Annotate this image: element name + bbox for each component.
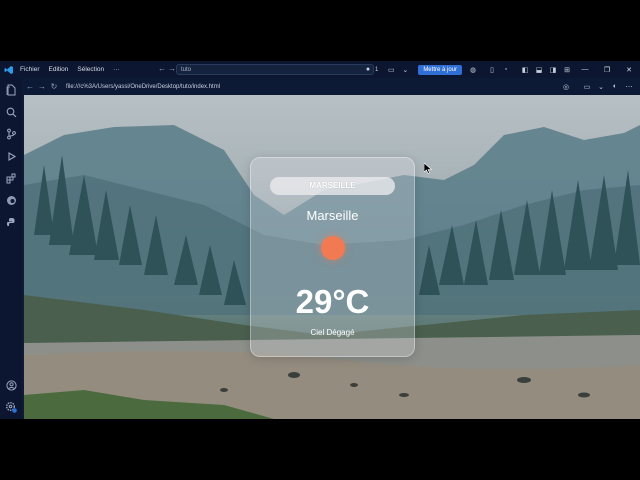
city-search-input[interactable]: MARSEILLE — [270, 177, 395, 195]
mouse-cursor-icon — [424, 163, 432, 174]
back-arrow-icon[interactable]: ← — [158, 64, 166, 73]
inspect-icon[interactable]: ◐ — [609, 81, 621, 93]
toggle-sidebar-icon[interactable]: ◧ — [519, 64, 531, 76]
minimize-button[interactable]: — — [574, 66, 596, 73]
close-button[interactable]: ✕ — [618, 66, 640, 74]
settings-icon[interactable] — [5, 401, 17, 413]
reload-icon[interactable]: ↻ — [48, 82, 60, 91]
update-button[interactable]: Mettre à jour — [418, 64, 462, 75]
browser-toolbar: ← → ↻ file:///c%3A/Users/yassi/OneDrive/… — [22, 78, 640, 95]
device-icon[interactable]: ▭ — [581, 81, 593, 93]
dot-indicator-icon: ● — [365, 66, 371, 73]
command-center-label: tuto — [181, 67, 192, 73]
menu-file[interactable]: Fichier — [20, 66, 40, 73]
activity-bar — [0, 78, 22, 419]
extensions-icon[interactable] — [5, 172, 17, 184]
weather-description: Ciel Dégagé — [310, 328, 355, 337]
weather-card: MARSEILLE Marseille 29°C Ciel Dégagé — [250, 157, 415, 357]
account-icon[interactable] — [5, 379, 17, 391]
files-icon[interactable] — [5, 84, 17, 96]
chevron-down-icon[interactable]: ⌄ — [399, 64, 411, 76]
toggle-secondary-sidebar-icon[interactable]: ◨ — [547, 64, 559, 76]
forward-icon[interactable]: → — [36, 82, 48, 91]
browser-settings-icon[interactable]: ◎ — [560, 81, 572, 93]
search-icon[interactable] — [5, 106, 17, 118]
menu-selection[interactable]: Sélection — [77, 66, 104, 73]
browser-actions: ◎ ▭ ⌄ ◐ ⋯ — [559, 78, 636, 95]
edge-icon[interactable] — [5, 194, 17, 206]
copilot-icon[interactable]: ◍ — [467, 64, 479, 76]
web-page-content: MARSEILLE Marseille 29°C Ciel Dégagé — [24, 95, 640, 419]
menu-more[interactable]: ··· — [113, 66, 120, 73]
temperature: 29°C — [295, 283, 370, 320]
forward-arrow-icon[interactable]: → — [168, 64, 176, 73]
title-bar-actions: ● 1 ▭ ⌄ Mettre à jour ◍ ▯ ▫ ◧ ⬓ ◨ ⊞ — ❐ … — [361, 61, 640, 78]
split-editor-icon[interactable]: ▯ — [486, 64, 498, 76]
customize-layout-icon[interactable]: ⊞ — [561, 64, 573, 76]
menu-edit[interactable]: Edition — [49, 66, 69, 73]
toggle-panel-icon[interactable]: ⬓ — [533, 64, 545, 76]
source-control-icon[interactable] — [5, 128, 17, 140]
title-bar: Fichier Edition Sélection ··· ← → tuto ●… — [0, 61, 640, 78]
run-debug-icon[interactable] — [5, 150, 17, 162]
layout-panel-icon[interactable]: ▫ — [500, 64, 512, 76]
more-icon[interactable]: ⋯ — [623, 81, 635, 93]
chat-icon[interactable]: ▭ — [385, 64, 397, 76]
python-icon[interactable] — [5, 216, 17, 228]
command-center-search[interactable]: tuto — [176, 64, 374, 75]
vscode-window: Fichier Edition Sélection ··· ← → tuto ●… — [0, 61, 640, 419]
chevron-down-icon[interactable]: ⌄ — [595, 81, 607, 93]
vscode-logo-icon — [4, 65, 14, 75]
back-icon[interactable]: ← — [24, 82, 36, 91]
notification-count: 1 — [374, 66, 379, 73]
city-name: Marseille — [306, 208, 359, 223]
maximize-button[interactable]: ❐ — [596, 66, 618, 74]
sun-icon — [321, 236, 345, 260]
url-field[interactable]: file:///c%3A/Users/yassi/OneDrive/Deskto… — [66, 84, 220, 90]
